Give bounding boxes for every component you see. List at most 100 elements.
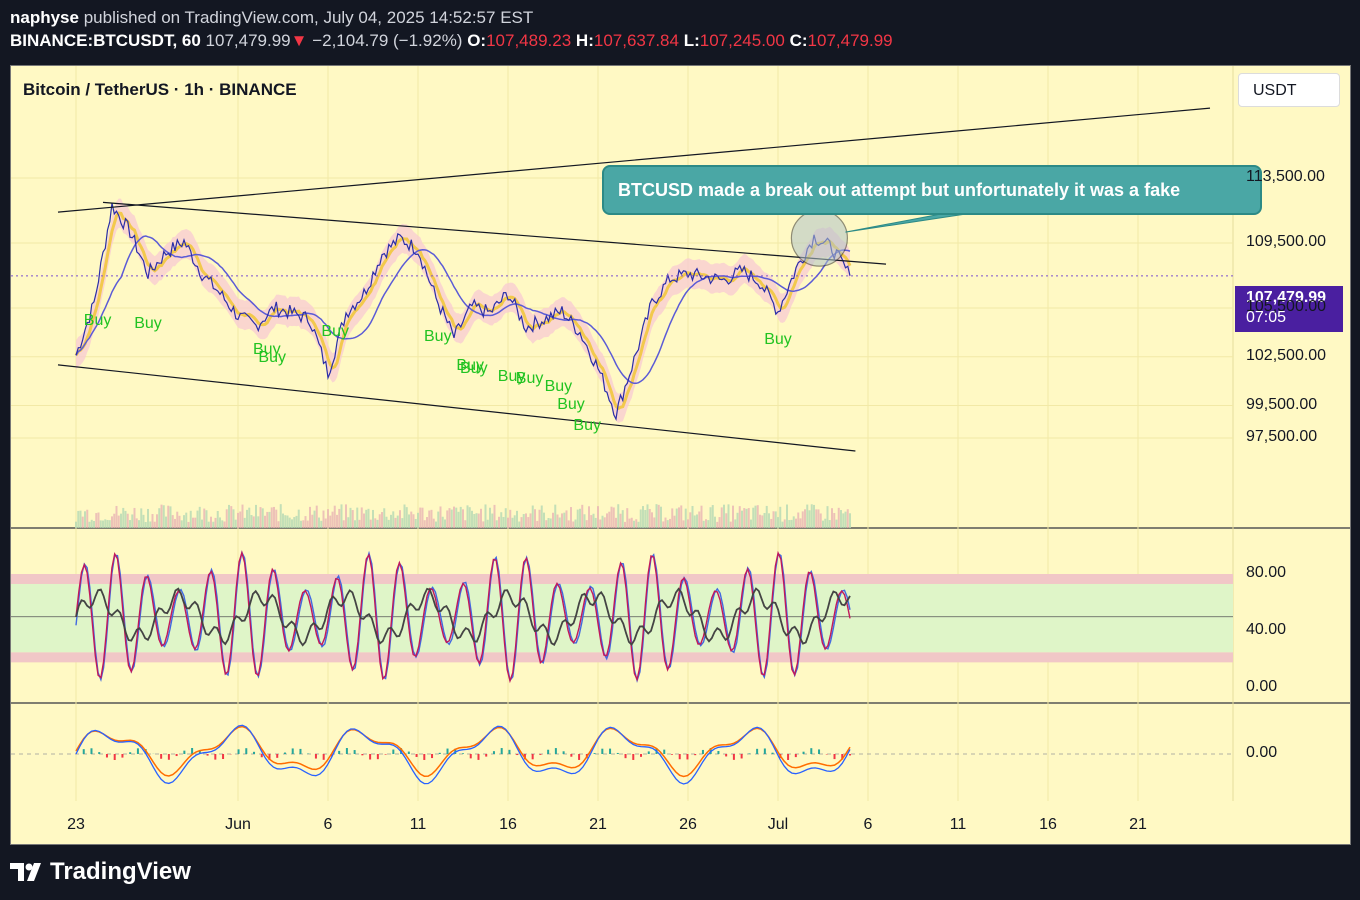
volume-bar bbox=[657, 504, 660, 528]
macd-histogram-bar bbox=[98, 752, 101, 754]
volume-bar bbox=[615, 517, 617, 528]
volume-bar bbox=[369, 519, 372, 528]
price-axis-tick: 113,500.00 bbox=[1246, 168, 1325, 185]
volume-bar bbox=[743, 508, 746, 528]
macd-histogram-bar bbox=[748, 753, 751, 754]
volume-bar bbox=[833, 513, 836, 528]
macd-histogram-bar bbox=[686, 754, 689, 760]
volume-bar bbox=[354, 520, 356, 528]
volume-bar bbox=[414, 518, 417, 528]
volume-bar bbox=[399, 510, 401, 528]
volume-bar bbox=[765, 505, 768, 528]
high-value: 107,637.84 bbox=[593, 31, 679, 50]
macd-histogram-bar bbox=[833, 754, 836, 760]
volume-bar bbox=[322, 510, 325, 528]
macd-histogram-bar bbox=[423, 754, 426, 760]
macd-histogram-bar bbox=[431, 754, 434, 759]
volume-bar bbox=[448, 508, 451, 528]
volume-bar bbox=[831, 508, 833, 528]
volume-bar bbox=[689, 512, 692, 528]
publisher-name[interactable]: naphyse bbox=[10, 8, 79, 27]
volume-bar bbox=[286, 515, 289, 528]
volume-bar bbox=[687, 519, 689, 528]
tradingview-logo[interactable]: TradingView bbox=[10, 858, 191, 886]
volume-bar bbox=[840, 510, 842, 528]
volume-bar bbox=[527, 517, 530, 528]
volume-bar bbox=[556, 514, 559, 528]
volume-bar bbox=[473, 513, 476, 528]
volume-bar bbox=[257, 516, 260, 528]
volume-bar bbox=[808, 510, 811, 528]
published-text: published on TradingView.com, July 04, 2… bbox=[83, 8, 534, 27]
volume-bar bbox=[493, 504, 496, 528]
macd-histogram-bar bbox=[191, 748, 194, 754]
volume-bar bbox=[419, 507, 422, 528]
volume-bar bbox=[462, 509, 464, 528]
buy-signal-label: Buy bbox=[424, 327, 452, 345]
annotation-callout[interactable]: BTCUSD made a break out attempt but unfo… bbox=[602, 165, 1262, 215]
close-value: 107,479.99 bbox=[807, 31, 893, 50]
volume-bar bbox=[309, 506, 311, 528]
volume-bar bbox=[576, 509, 579, 528]
volume-bar bbox=[466, 505, 469, 528]
volume-bar bbox=[295, 515, 298, 528]
volume-bar bbox=[401, 518, 404, 528]
macd-histogram-bar bbox=[338, 750, 341, 754]
volume-bar bbox=[752, 507, 755, 528]
buy-signal-label: Buy bbox=[573, 417, 601, 435]
volume-bar bbox=[804, 509, 806, 528]
volume-bar bbox=[711, 505, 714, 528]
volume-bar bbox=[583, 514, 586, 528]
macd-histogram-bar bbox=[531, 754, 534, 760]
volume-bar bbox=[538, 509, 541, 528]
volume-bar bbox=[788, 520, 791, 528]
volume-bar bbox=[428, 510, 431, 528]
volume-bar bbox=[81, 516, 84, 528]
volume-bar bbox=[171, 515, 174, 528]
volume-bar bbox=[608, 511, 611, 528]
volume-bar bbox=[664, 517, 667, 528]
volume-bar bbox=[644, 509, 647, 528]
volume-bar bbox=[230, 506, 233, 528]
volume-bar bbox=[198, 506, 201, 528]
volume-bar bbox=[777, 517, 779, 528]
volume-bar bbox=[124, 510, 127, 528]
volume-bar bbox=[734, 519, 737, 528]
volume-bar bbox=[651, 512, 653, 528]
volume-bar bbox=[196, 510, 199, 528]
volume-bar bbox=[149, 521, 152, 528]
volume-bar bbox=[444, 519, 446, 528]
volume-bar bbox=[315, 505, 318, 528]
ohlc-line: BINANCE:BTCUSDT, 60 107,479.99▼ −2,104.7… bbox=[10, 29, 893, 52]
volume-bar bbox=[300, 520, 302, 528]
volume-bar bbox=[417, 512, 419, 528]
chart-area[interactable]: Bitcoin / TetherUS · 1h · BINANCE USDT B… bbox=[10, 65, 1351, 845]
macd-histogram-bar bbox=[492, 751, 495, 754]
macd-histogram-bar bbox=[175, 754, 178, 757]
volume-bar bbox=[779, 506, 782, 528]
volume-bar bbox=[167, 505, 170, 528]
volume-bar bbox=[99, 520, 102, 528]
volume-bar bbox=[477, 513, 480, 528]
volume-bar bbox=[439, 506, 442, 528]
volume-bar bbox=[187, 521, 190, 528]
volume-bar bbox=[630, 517, 633, 528]
volume-bar bbox=[410, 511, 413, 528]
volume-bar bbox=[570, 507, 572, 528]
volume-bar bbox=[241, 504, 244, 528]
volume-bar bbox=[455, 507, 458, 528]
macd-histogram-bar bbox=[160, 754, 163, 759]
volume-bar bbox=[302, 520, 305, 528]
macd-histogram-bar bbox=[376, 754, 379, 760]
volume-bar bbox=[826, 506, 829, 528]
volume-bar bbox=[741, 510, 743, 528]
volume-bar bbox=[270, 507, 273, 528]
volume-bar bbox=[133, 507, 136, 528]
volume-bar bbox=[138, 520, 140, 528]
volume-bar bbox=[698, 511, 701, 528]
volume-bar bbox=[360, 507, 363, 528]
currency-selector[interactable]: USDT bbox=[1238, 73, 1340, 107]
volume-bar bbox=[822, 520, 824, 528]
publish-line: naphyse published on TradingView.com, Ju… bbox=[10, 6, 893, 29]
volume-bar bbox=[351, 510, 354, 528]
